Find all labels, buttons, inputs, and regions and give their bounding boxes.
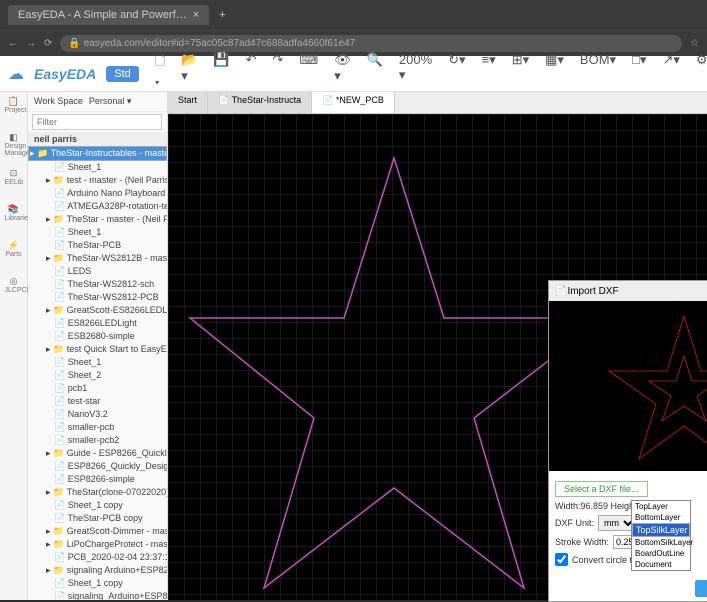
tree-node[interactable]: 📄 ESP8266_Quickly_Design — [28, 460, 167, 473]
reload-icon[interactable]: ⟳ — [44, 38, 52, 49]
side-project[interactable]: 📋Project — [5, 96, 23, 114]
tree-node[interactable]: 📄 TheStar-PCB — [28, 239, 167, 252]
select-dxf-button[interactable]: Select a DXF file... — [555, 481, 648, 497]
tab-newpcb[interactable]: 📄 *NEW_PCB — [312, 92, 395, 113]
filter-input[interactable] — [32, 114, 162, 130]
file-tabs: Start 📄 TheStar-Instructa 📄 *NEW_PCB — [168, 92, 707, 114]
app-logo: EasyEDA — [34, 66, 96, 82]
tab-start[interactable]: Start — [168, 92, 208, 113]
dxf-unit-label: DXF Unit: — [555, 518, 594, 528]
tree-node[interactable]: 📄 pcb1 — [28, 382, 167, 395]
tree-node[interactable]: ▸ 📁 TheStar-Instructables - master - (N — [28, 146, 167, 161]
workspace-label: Work Space — [34, 96, 83, 107]
tree-node[interactable]: 📄 TheStar-WS2812-sch — [28, 278, 167, 291]
tree-node[interactable]: 📄 smaller-pcb2 — [28, 434, 167, 447]
tree-node[interactable]: 📄 NanoV3.2 — [28, 408, 167, 421]
cloud-icon: ☁ — [8, 64, 24, 84]
tree-node[interactable]: 📄 TheStar-PCB copy — [28, 512, 167, 525]
side-rail: 📋Project ◧Design Manager ⊡EELib 📚Librari… — [0, 92, 28, 600]
new-tab-icon[interactable]: + — [213, 9, 231, 21]
tree-node[interactable]: ▸ 📁 TheStar(clone-07022020) - master — [28, 486, 167, 499]
tree-node[interactable]: ▸ 📁 signaling Arduino+ESP8266+SIM8 — [28, 564, 167, 577]
tree-node[interactable]: 📄 Sheet_1 — [28, 356, 167, 369]
tree-node[interactable]: 📄 test-star — [28, 395, 167, 408]
side-jlcpcb[interactable]: ◎JLCPCB — [5, 276, 23, 294]
tree-node[interactable]: 📄 ATMEGA328P-rotation-test — [28, 200, 167, 213]
tree-node[interactable]: ▸ 📁 GreatScott-ES8266LEDLight - mas — [28, 304, 167, 317]
tree-node[interactable]: ▸ 📁 test Quick Start to EasyEDA - mast — [28, 343, 167, 356]
tree-node[interactable]: ▸ 📁 TheStar - master - (Neil Parris) — [28, 213, 167, 226]
tree-node[interactable]: 📄 ES8266LEDLight — [28, 317, 167, 330]
convert-circle-checkbox[interactable] — [555, 553, 568, 566]
file-icon: 📄 — [555, 286, 567, 297]
tree-node[interactable]: 📄 Sheet_1 — [28, 226, 167, 239]
edition-badge: Std — [106, 66, 139, 82]
tree-user[interactable]: neil parris — [28, 132, 167, 146]
dd-bottomlayer[interactable]: BottomLayer — [632, 512, 690, 523]
stroke-label: Stroke Width: — [555, 537, 609, 547]
browser-tab[interactable]: EasyEDA - A Simple and Powerf… × — [8, 5, 209, 25]
dd-document[interactable]: Document — [632, 559, 690, 570]
dd-boardoutline[interactable]: BoardOutLine — [632, 548, 690, 559]
tab-thestar[interactable]: 📄 TheStar-Instructa — [208, 92, 312, 113]
import-button[interactable]: ✓ Import — [695, 580, 707, 597]
tree-node[interactable]: 📄 TheStar-WS2812-PCB — [28, 291, 167, 304]
tree-node[interactable]: ▸ 📁 test - master - (Neil Parris) — [28, 174, 167, 187]
back-icon[interactable]: ← — [8, 38, 18, 49]
tree-node[interactable]: ▸ 📁 LiPoChargeProtect - master - (Neil — [28, 538, 167, 551]
tree-node[interactable]: 📄 Sheet_1 copy — [28, 499, 167, 512]
project-tree: Work Space Personal ▾ neil parris ▸ 📁 Th… — [28, 92, 168, 600]
tree-node[interactable]: ▸ 📁 GreatScott-Dimmer - master - (Neil — [28, 525, 167, 538]
canvas-area: Start 📄 TheStar-Instructa 📄 *NEW_PCB 📄 I… — [168, 92, 707, 600]
dd-toplayer[interactable]: TopLayer — [632, 501, 690, 512]
tree-node[interactable]: 📄 LEDS — [28, 265, 167, 278]
tree-node[interactable]: 📄 ESB2680-simple — [28, 330, 167, 343]
personal-dropdown[interactable]: Personal ▾ — [89, 96, 132, 107]
tree-node[interactable]: 📄 Sheet_1 — [28, 161, 167, 174]
side-libraries[interactable]: 📚Libraries — [5, 204, 23, 222]
tab-title: EasyEDA - A Simple and Powerf… — [18, 9, 187, 21]
tree-node[interactable]: 📄 PCB_2020-02-04 23:37:14 — [28, 551, 167, 564]
forward-icon[interactable]: → — [26, 38, 36, 49]
tree-node[interactable]: 📄 Sheet_2 — [28, 369, 167, 382]
layer-dropdown: TopLayer BottomLayer TopSilkLayer Bottom… — [631, 500, 691, 571]
tree-node[interactable]: 📄 Arduino Nano Playboard — [28, 187, 167, 200]
close-icon[interactable]: × — [193, 9, 199, 21]
dd-topsilk[interactable]: TopSilkLayer — [632, 523, 690, 537]
tree-node[interactable]: 📄 ESP8266-simple — [28, 473, 167, 486]
dxf-preview — [549, 301, 707, 471]
tree-node[interactable]: 📄 Sheet_1 copy — [28, 577, 167, 590]
tree-node[interactable]: 📄 signaling_Arduino+ESP8266+SI — [28, 590, 167, 600]
tree-node[interactable]: 📄 smaller-pcb — [28, 421, 167, 434]
side-design[interactable]: ◧Design Manager — [5, 132, 23, 150]
dd-bottomsilk[interactable]: BottomSilkLayer — [632, 537, 690, 548]
lock-icon: 🔒 — [68, 38, 80, 49]
side-parts[interactable]: ⚡Parts — [5, 240, 23, 258]
tree-node[interactable]: ▸ 📁 TheStar-WS2812B - master - (N — [28, 252, 167, 265]
tree-node[interactable]: ▸ 📁 Guide - ESP8266_Quickly_Design — [28, 447, 167, 460]
side-eelib[interactable]: ⊡EELib — [5, 168, 23, 186]
dialog-title: Import DXF — [567, 286, 618, 297]
